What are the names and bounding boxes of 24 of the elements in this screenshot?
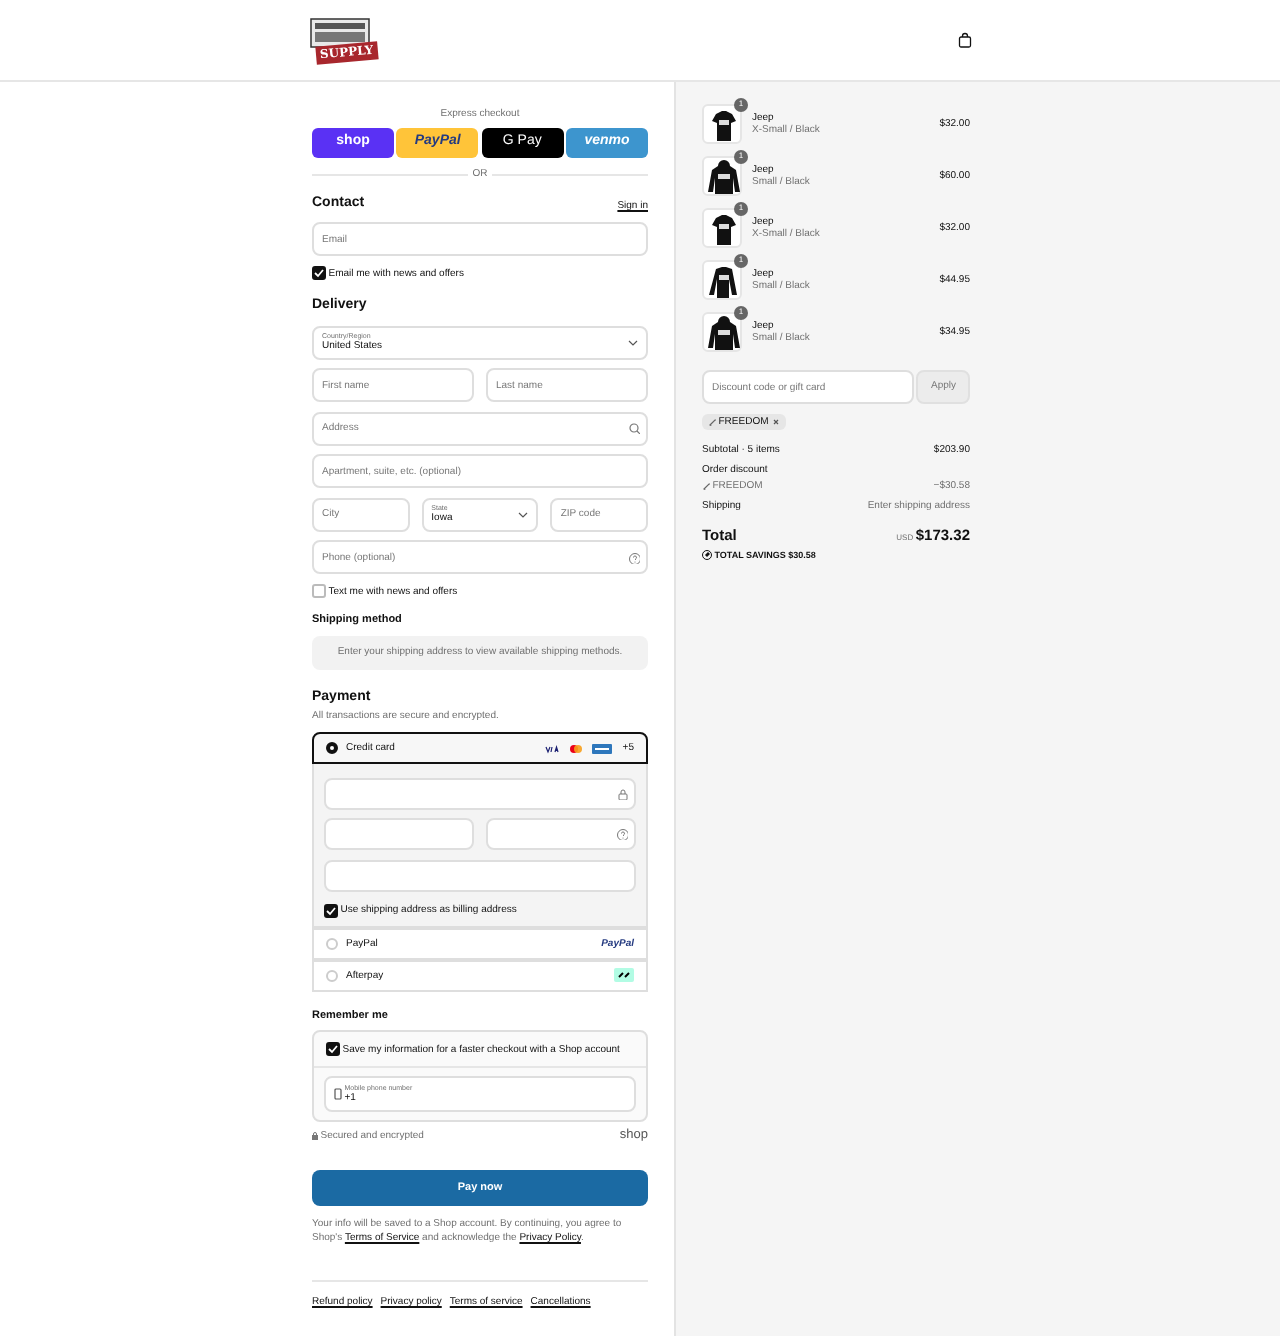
caret-icon <box>626 336 638 349</box>
phone-icon <box>334 1088 342 1101</box>
mastercard-icon <box>568 743 585 754</box>
help-icon <box>616 828 628 841</box>
lock-icon <box>616 787 628 800</box>
input-field[interactable] <box>324 777 636 810</box>
search-icon <box>628 422 640 435</box>
checkbox[interactable] <box>312 584 326 599</box>
logo-drawing <box>310 17 370 48</box>
radio-button[interactable] <box>326 742 338 755</box>
checkbox[interactable] <box>326 1042 340 1057</box>
input-field[interactable] <box>324 859 636 892</box>
input-field[interactable] <box>324 818 474 851</box>
close-icon[interactable] <box>771 418 779 426</box>
lock-icon <box>312 1132 318 1141</box>
bag-icon[interactable] <box>958 32 972 48</box>
caret-icon <box>516 508 529 521</box>
afterpay-icon <box>614 968 634 983</box>
checkbox[interactable] <box>324 903 338 918</box>
help-icon <box>628 551 640 564</box>
checkbox[interactable] <box>312 266 326 281</box>
input-field[interactable] <box>486 818 636 851</box>
visa-icon <box>544 743 561 754</box>
amex-icon <box>592 743 613 754</box>
